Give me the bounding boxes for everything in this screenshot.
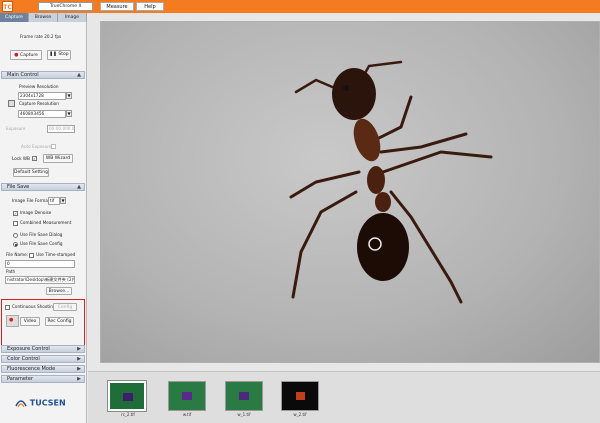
- lock-wb-checkbox[interactable]: ✓: [32, 156, 37, 161]
- thumbnail-label: w_1.tif: [237, 412, 251, 417]
- lock-wb-label: Lock WB: [12, 156, 30, 161]
- file-name-input[interactable]: 0: [5, 260, 75, 268]
- app-logo-icon: TC: [2, 1, 13, 12]
- parameter-header[interactable]: Parameter ▶: [1, 375, 85, 383]
- chip-icon: [296, 392, 305, 400]
- ant-specimen-image: [289, 60, 493, 304]
- menu-help[interactable]: Help: [136, 2, 164, 11]
- tab-browse[interactable]: Browse: [29, 13, 58, 22]
- tab-strip: Capture Browse Image: [0, 13, 87, 22]
- use-time-stamped-label: Use Time-stamped: [36, 252, 76, 257]
- camera-select[interactable]: TrueChrome II: [38, 2, 93, 11]
- rec-config-button[interactable]: Rec Config: [45, 317, 74, 326]
- chevron-right-icon: ▶: [77, 346, 81, 352]
- chip-icon: [182, 392, 192, 400]
- color-control-header[interactable]: Color Control ▶: [1, 355, 85, 363]
- capture-resolution-select[interactable]: 4608X3456: [18, 110, 66, 118]
- thumbnail-label: rc_2.tif: [121, 412, 135, 417]
- title-bar: TC TrueChrome II Measure Help: [0, 0, 600, 13]
- config-button[interactable]: Config: [53, 303, 77, 311]
- thumbnail-w-1[interactable]: [225, 381, 263, 411]
- record-dot-icon: ●: [14, 52, 19, 58]
- default-setting-button[interactable]: Default Setting: [13, 168, 49, 177]
- brand-name: TUCSEN: [29, 398, 66, 408]
- main-control-header[interactable]: Main Control ▲: [1, 71, 85, 79]
- left-panel: Capture Browse Image Frame rate 20.2 fps…: [0, 13, 87, 423]
- chevron-right-icon: ▶: [77, 356, 81, 362]
- exposure-control-header[interactable]: Exposure Control ▶: [1, 345, 85, 353]
- browse-button[interactable]: Browse...: [46, 287, 72, 295]
- main-control-title: Main Control: [7, 72, 39, 78]
- chevron-down-icon[interactable]: ▼: [66, 92, 72, 99]
- image-format-label: Image File Format: [12, 198, 50, 203]
- record-dot-icon: ●: [9, 317, 14, 323]
- parameter-title: Parameter: [7, 376, 34, 382]
- continuous-shooting-label: Continuous Shooting: [12, 304, 56, 309]
- use-file-save-dialog-radio[interactable]: [13, 233, 18, 238]
- auto-exposure-label: Auto Exposure: [21, 144, 52, 149]
- stop-button-label: Stop: [58, 52, 69, 57]
- capture-button-label: Capture: [19, 53, 38, 58]
- continuous-shooting-checkbox[interactable]: [5, 305, 10, 310]
- tab-image[interactable]: Image: [58, 13, 87, 22]
- image-denoise-checkbox[interactable]: ✓: [13, 211, 18, 216]
- chip-icon: [123, 393, 133, 401]
- chevron-up-icon: ▲: [77, 72, 81, 78]
- exposure-control-title: Exposure Control: [7, 346, 50, 352]
- chevron-up-icon: ▲: [77, 184, 81, 190]
- live-preview[interactable]: [100, 21, 600, 363]
- stop-button[interactable]: ❚❚ Stop: [47, 50, 71, 60]
- file-save-header[interactable]: File Save ▲: [1, 183, 85, 191]
- fluorescence-mode-header[interactable]: Fluorescence Mode ▶: [1, 365, 85, 373]
- video-camera-icon[interactable]: ●: [6, 315, 19, 327]
- combined-measurement-label: Combined Measurement: [20, 220, 72, 225]
- thumbnail-strip: rc_2.tif w.tif w_1.tif w_2.tif: [88, 371, 600, 423]
- chip-icon: [239, 392, 249, 400]
- thumbnail-w[interactable]: [168, 381, 206, 411]
- use-file-save-config-radio[interactable]: [13, 242, 18, 247]
- chevron-down-icon[interactable]: ▼: [66, 110, 72, 117]
- file-name-label: File Name:: [6, 252, 29, 257]
- image-denoise-label: Image Denoise: [20, 210, 52, 215]
- wb-wizard-button[interactable]: WB Wizard: [43, 154, 73, 163]
- file-save-title: File Save: [7, 184, 30, 190]
- chevron-down-icon[interactable]: ▼: [60, 197, 66, 204]
- exposure-time-field[interactable]: 00:00:000.0: [47, 125, 75, 133]
- capture-button[interactable]: ● Capture: [10, 50, 42, 60]
- use-file-save-dialog-label: Use File Save Dialog: [20, 232, 63, 237]
- thumbnail-label: w.tif: [182, 412, 192, 417]
- path-label: Path: [6, 269, 16, 274]
- capture-resolution-label: Capture Resolution: [19, 101, 59, 106]
- brand-logo: TUCSEN: [15, 398, 66, 408]
- preview-resolution-label: Preview Resolution: [19, 84, 59, 89]
- exposure-label: Exposure: [6, 126, 26, 131]
- fluorescence-mode-title: Fluorescence Mode: [7, 366, 56, 372]
- preview-resolution-select[interactable]: 2304x1728: [18, 92, 66, 100]
- use-file-save-config-label: Use File Save Config: [20, 241, 63, 246]
- auto-exposure-checkbox[interactable]: [51, 144, 56, 149]
- link-resolution-icon[interactable]: [8, 100, 15, 107]
- chevron-right-icon: ▶: [77, 376, 81, 382]
- tucsen-logo-icon: [15, 400, 27, 408]
- thumbnail-w-2[interactable]: [281, 381, 319, 411]
- chevron-right-icon: ▶: [77, 366, 81, 372]
- combined-measurement-checkbox[interactable]: [13, 221, 18, 226]
- thumbnail-label: w_2.tif: [293, 412, 307, 417]
- video-button[interactable]: Video: [20, 317, 40, 326]
- use-time-stamped-checkbox[interactable]: [29, 253, 34, 258]
- image-format-select[interactable]: tif: [48, 197, 60, 205]
- color-control-title: Color Control: [7, 356, 40, 362]
- menu-measure[interactable]: Measure: [100, 2, 134, 11]
- frame-rate-text: Frame rate 20.2 fps: [20, 34, 62, 39]
- tab-capture[interactable]: Capture: [0, 13, 29, 22]
- pause-icon: ❚❚: [49, 52, 57, 57]
- main-area: rc_2.tif w.tif w_1.tif w_2.tif: [88, 13, 600, 423]
- thumbnail-rc-2[interactable]: [107, 380, 147, 412]
- path-input[interactable]: nistrator\Desktop\新建文件夹 (2)\: [5, 276, 75, 284]
